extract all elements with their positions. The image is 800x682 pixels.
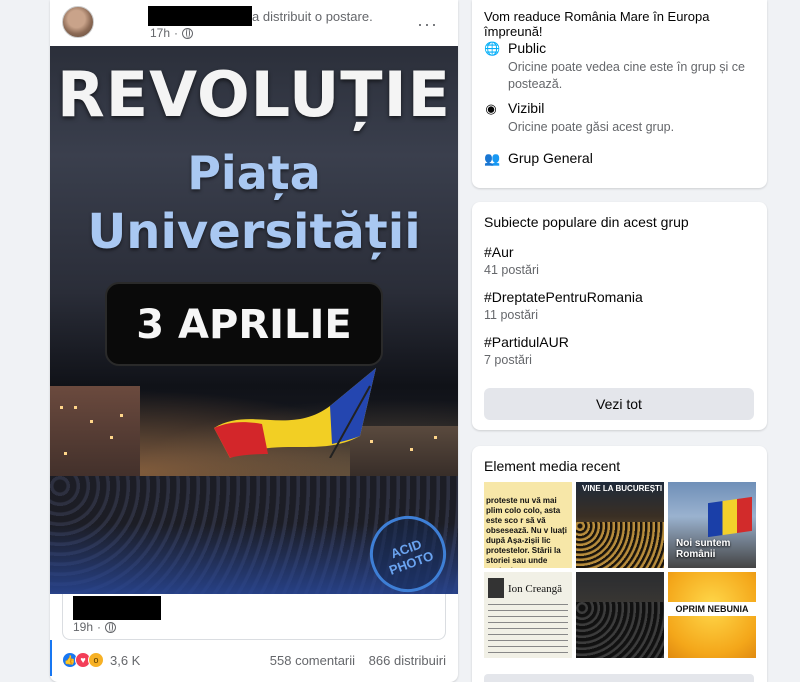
comments-count[interactable]: 558 comentarii bbox=[270, 653, 355, 668]
globe-icon bbox=[182, 27, 194, 39]
media-tile[interactable]: VINE LA BUCUREȘTI bbox=[576, 482, 664, 568]
recent-media-card: Element media recent proteste nu vă mai … bbox=[472, 446, 767, 682]
topic-count: 11 postări bbox=[484, 308, 538, 322]
group-description: Vom readuce România Mare în Europa împre… bbox=[484, 9, 710, 39]
privacy-public: 🌐 Public Oricine poate vedea cine este î… bbox=[484, 40, 759, 91]
group-type: 👥 Grup General bbox=[484, 150, 759, 170]
portrait bbox=[488, 578, 504, 598]
info-subtitle: Oricine poate găsi acest grup. bbox=[508, 120, 675, 134]
topic-tag[interactable]: #PartidulAUR bbox=[484, 334, 569, 350]
topic-item[interactable]: #PartidulAUR 7 postări bbox=[484, 334, 569, 367]
topic-count: 41 postări bbox=[484, 263, 539, 277]
topic-count: 7 postări bbox=[484, 353, 532, 367]
tile-text: Noi suntem Românii bbox=[676, 538, 731, 560]
post-header: a distribuit o postare. 17h · ··· bbox=[50, 0, 458, 46]
wow-icon: o bbox=[88, 652, 104, 668]
tile-text: VINE LA BUCUREȘTI bbox=[582, 484, 663, 493]
more-options-button[interactable]: ··· bbox=[417, 14, 438, 35]
romanian-flag bbox=[708, 496, 752, 538]
media-tile[interactable] bbox=[576, 572, 664, 658]
original-post-attribution[interactable]: 19h · bbox=[62, 594, 446, 640]
crowd bbox=[576, 602, 664, 658]
info-title: Public bbox=[508, 40, 547, 56]
tile-text: Ion Creangă bbox=[508, 583, 563, 595]
poster-line-1: Piața bbox=[187, 146, 321, 200]
topic-tag[interactable]: #DreptatePentruRomania bbox=[484, 289, 643, 305]
post-meta: 17h · bbox=[150, 26, 194, 40]
redacted-author-name bbox=[148, 6, 252, 26]
crowd bbox=[576, 522, 664, 568]
info-title: Vizibil bbox=[508, 100, 545, 116]
info-subtitle: Oricine poate vedea cine este în grup și… bbox=[508, 60, 745, 91]
globe-icon bbox=[105, 621, 117, 633]
media-tile[interactable]: proteste nu vă mai plim colo colo, asta … bbox=[484, 482, 572, 568]
reaction-icons[interactable]: 👍 ♥ o bbox=[62, 652, 104, 668]
accent-divider bbox=[50, 640, 52, 676]
engagement-counts: 558 comentarii 866 distribuiri bbox=[260, 653, 446, 668]
reactions-bar: 👍 ♥ o 3,6 K 558 comentarii 866 distribui… bbox=[62, 648, 446, 672]
media-tile[interactable]: Ion Creangă bbox=[484, 572, 572, 658]
poster-line-2: Universității bbox=[87, 204, 421, 260]
visibility-visible: ◉ Vizibil Oricine poate găsi acest grup. bbox=[484, 100, 759, 136]
popular-topics-card: Subiecte populare din acest grup #Aur 41… bbox=[472, 202, 767, 430]
media-tile[interactable]: OPRIM NEBUNIA bbox=[668, 572, 756, 658]
see-all-button[interactable]: Vezi tot bbox=[484, 388, 754, 420]
text-lines bbox=[488, 604, 568, 654]
people-icon: 👥 bbox=[484, 151, 501, 166]
poster-date: 3 APRILIE bbox=[105, 282, 383, 366]
redacted-original-author bbox=[73, 596, 161, 620]
reaction-count[interactable]: 3,6 K bbox=[110, 653, 140, 668]
tile-text: proteste nu vă mai plim colo colo, asta … bbox=[486, 496, 567, 568]
media-tile[interactable]: Noi suntem Românii bbox=[668, 482, 756, 568]
topic-item[interactable]: #Aur 41 postări bbox=[484, 244, 539, 277]
card-title: Subiecte populare din acest grup bbox=[484, 214, 689, 230]
globe-icon: 🌐 bbox=[484, 41, 501, 56]
shares-count[interactable]: 866 distribuiri bbox=[369, 653, 446, 668]
topic-item[interactable]: #DreptatePentruRomania 11 postări bbox=[484, 289, 643, 322]
topic-tag[interactable]: #Aur bbox=[484, 244, 539, 260]
post-image[interactable]: REVOLUȚIE Piața Universității 3 APRILIE … bbox=[50, 46, 458, 594]
group-about-card: Vom readuce România Mare în Europa împre… bbox=[472, 0, 767, 188]
media-more-button[interactable] bbox=[484, 674, 754, 682]
original-post-meta: 19h · bbox=[73, 620, 117, 634]
post-time[interactable]: 17h bbox=[150, 26, 170, 40]
info-title: Grup General bbox=[508, 150, 593, 166]
share-action-text: a distribuit o postare. bbox=[252, 9, 373, 24]
eye-icon: ◉ bbox=[485, 101, 497, 116]
card-title: Element media recent bbox=[484, 458, 621, 474]
poster-title: REVOLUȚIE bbox=[56, 58, 452, 131]
author-avatar[interactable] bbox=[62, 6, 94, 38]
tile-text: OPRIM NEBUNIA bbox=[668, 602, 756, 616]
original-post-time[interactable]: 19h bbox=[73, 620, 93, 634]
shared-post-card: a distribuit o postare. 17h · ··· REVOLU… bbox=[50, 0, 458, 682]
romanian-flag bbox=[214, 368, 376, 458]
